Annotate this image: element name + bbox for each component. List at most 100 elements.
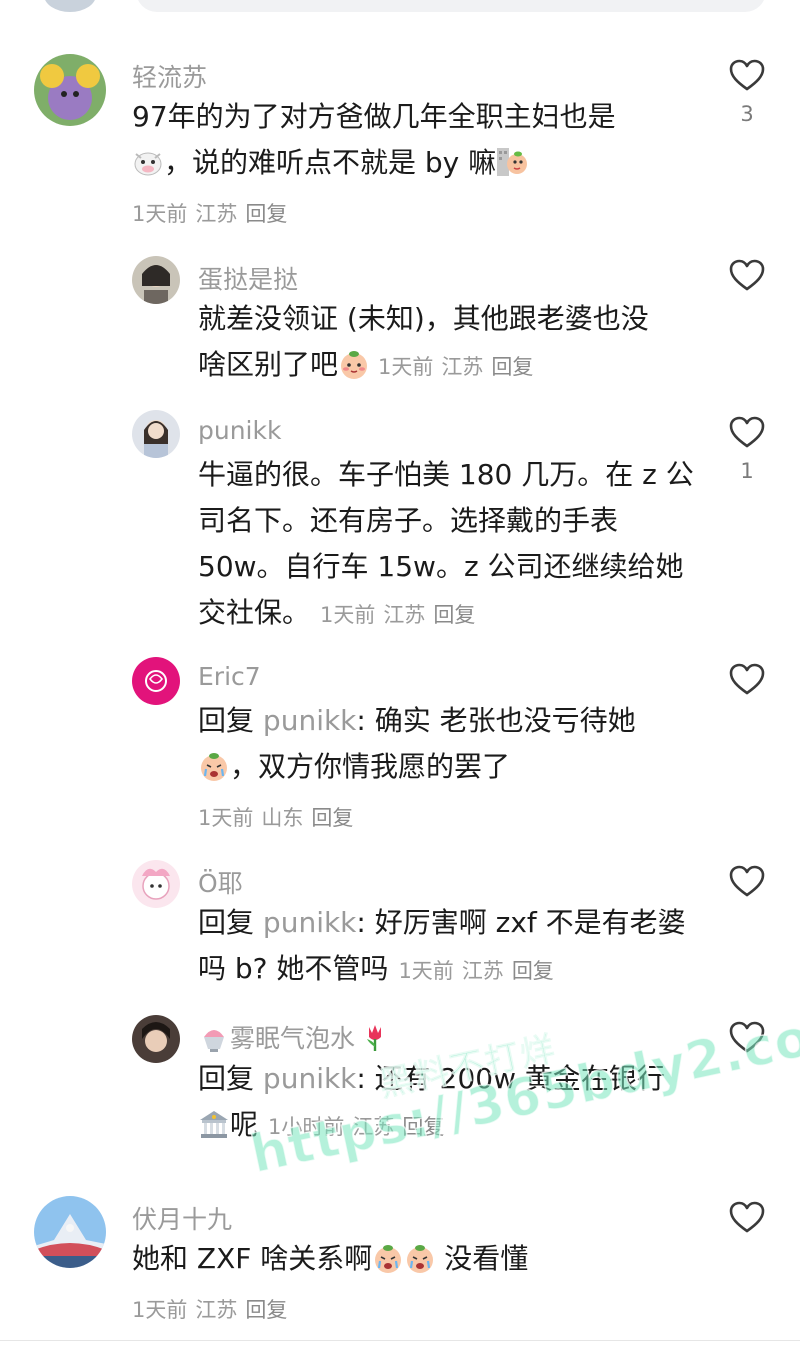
tulip-emoji-icon	[359, 1021, 391, 1053]
comment-line-text: 没看懂	[444, 1242, 529, 1275]
comment-line: 回复 punikk: 确实 老张也没亏待她	[198, 698, 636, 744]
heart-icon	[729, 259, 765, 291]
heart-icon	[729, 1201, 765, 1233]
comment-line-text: 她和 ZXF 啥关系啊	[132, 1242, 373, 1275]
comment-meta: 1天前 江苏 回复	[132, 198, 295, 228]
comment-line: 97年的为了对方爸做几年全职主妇也是	[132, 100, 616, 133]
comment-line-text: 呢	[230, 1108, 259, 1141]
comment-line: 50w。自行车 15w。z 公司还继续给她	[198, 550, 684, 583]
avatar[interactable]	[132, 256, 180, 304]
comment-line-text: ，说的难听点不就是 by 嘛	[164, 146, 497, 179]
comment-time: 1天前	[320, 603, 376, 627]
reply-button[interactable]: 回复	[512, 959, 554, 983]
comment-line: 呢 1小时前 江苏 回复	[198, 1102, 665, 1150]
like-button[interactable]: 1	[724, 415, 770, 483]
like-button[interactable]	[724, 662, 770, 706]
comment-line: 回复 punikk: 好厉害啊 zxf 不是有老婆	[198, 900, 686, 946]
username[interactable]: 雾眠气泡水	[230, 1024, 355, 1053]
avatar[interactable]	[34, 54, 106, 126]
comment-line: 吗 b? 她不管吗 1天前 江苏 回复	[198, 946, 686, 994]
comment-text: 回复 punikk: 还有 200w 黄金在银行 呢 1小时前 江苏 回复	[198, 1056, 665, 1150]
like-count: 3	[740, 102, 754, 126]
partial-avatar	[44, 0, 96, 12]
comment-line-text: ，双方你情我愿的罢了	[230, 750, 511, 783]
comment-line: 司名下。还有房子。选择戴的手表	[198, 504, 619, 537]
comment-text: 她和 ZXF 啥关系啊 没看懂	[132, 1236, 528, 1282]
reply-prefix: 回复	[198, 704, 255, 737]
comment-meta: 1天前 山东 回复	[198, 802, 361, 832]
reply-button[interactable]: 回复	[491, 355, 533, 379]
comment-text: 回复 punikk: 确实 老张也没亏待她 ，双方你情我愿的罢了	[198, 698, 636, 790]
reply-to-username[interactable]: punikk	[263, 704, 356, 737]
reply-button[interactable]: 回复	[311, 806, 353, 830]
comment-line: 啥区别了吧 1天前 江苏 回复	[198, 342, 649, 390]
comment-location: 山东	[261, 806, 304, 830]
username[interactable]: 蛋挞是挞	[198, 260, 298, 296]
comment-text: 97年的为了对方爸做几年全职主妇也是 ，说的难听点不就是 by 嘛	[132, 94, 616, 186]
comment-location: 江苏	[352, 1115, 395, 1139]
comment-line-text: : 好厉害啊 zxf 不是有老婆	[356, 906, 686, 939]
cry-emoji-icon	[404, 1242, 436, 1274]
like-button[interactable]	[724, 1200, 770, 1244]
comment-line-text: : 确实 老张也没亏待她	[356, 704, 636, 737]
heart-icon	[729, 865, 765, 897]
comment-meta: 1天前 江苏 回复	[398, 959, 561, 983]
comment-location: 江苏	[195, 202, 238, 226]
comment-line: ，双方你情我愿的罢了	[198, 744, 636, 790]
like-button[interactable]	[724, 1020, 770, 1064]
avatar[interactable]	[132, 410, 180, 458]
username[interactable]: 伏月十九	[132, 1200, 232, 1236]
peek-emoji-icon	[496, 146, 528, 178]
comment-time: 1天前	[132, 1298, 188, 1322]
heart-icon	[729, 416, 765, 448]
comment-time: 1天前	[198, 806, 254, 830]
comment-line: 交社保。 1天前 江苏 回复	[198, 590, 694, 638]
comment-line: 就差没领证 (未知)，其他跟老婆也没	[198, 302, 649, 335]
partial-input-bar[interactable]	[136, 0, 766, 12]
like-button[interactable]	[724, 258, 770, 302]
comment-line: 回复 punikk: 还有 200w 黄金在银行	[198, 1056, 665, 1102]
cry-emoji-icon	[372, 1242, 404, 1274]
comment-line: 她和 ZXF 啥关系啊 没看懂	[132, 1236, 528, 1282]
avatar[interactable]	[132, 657, 180, 705]
comment-time: 1小时前	[268, 1115, 345, 1139]
comment-meta: 1天前 江苏 回复	[132, 1294, 295, 1324]
comment-line-text: : 还有 200w 黄金在银行	[356, 1062, 665, 1095]
avatar[interactable]	[34, 1196, 106, 1268]
reply-button[interactable]: 回复	[245, 202, 287, 226]
reply-to-username[interactable]: punikk	[263, 906, 356, 939]
username[interactable]: 轻流苏	[132, 58, 207, 94]
bottom-divider	[0, 1340, 800, 1351]
reply-button[interactable]: 回复	[402, 1115, 444, 1139]
shaved-ice-emoji-icon	[198, 1021, 230, 1053]
like-button[interactable]: 3	[724, 58, 770, 126]
heart-icon	[729, 59, 765, 91]
blush-emoji-icon	[338, 348, 370, 380]
cow-emoji-icon	[132, 146, 164, 178]
username[interactable]: Ö耶	[198, 864, 243, 900]
cry-emoji-icon	[198, 750, 230, 782]
comment-location: 江苏	[383, 603, 426, 627]
reply-button[interactable]: 回复	[433, 603, 475, 627]
like-button[interactable]	[724, 864, 770, 908]
heart-icon	[729, 663, 765, 695]
comment-text: 就差没领证 (未知)，其他跟老婆也没 啥区别了吧 1天前 江苏 回复	[198, 296, 649, 390]
top-partial-strip	[0, 0, 800, 22]
comment-location: 江苏	[441, 355, 484, 379]
reply-prefix: 回复	[198, 1062, 255, 1095]
comment-text: 牛逼的很。车子怕美 180 几万。在 z 公 司名下。还有房子。选择戴的手表 5…	[198, 452, 694, 638]
comment-time: 1天前	[378, 355, 434, 379]
comment-meta: 1天前 江苏 回复	[378, 355, 541, 379]
comment-location: 江苏	[195, 1298, 238, 1322]
like-count: 1	[740, 459, 754, 483]
username-row: 雾眠气泡水	[198, 1019, 391, 1055]
reply-button[interactable]: 回复	[245, 1298, 287, 1322]
avatar[interactable]	[132, 860, 180, 908]
reply-prefix: 回复	[198, 906, 255, 939]
username[interactable]: Eric7	[198, 662, 261, 691]
bank-emoji-icon	[198, 1108, 230, 1140]
avatar[interactable]	[132, 1015, 180, 1063]
comment-meta: 1天前 江苏 回复	[320, 603, 483, 627]
reply-to-username[interactable]: punikk	[263, 1062, 356, 1095]
username[interactable]: punikk	[198, 416, 281, 445]
